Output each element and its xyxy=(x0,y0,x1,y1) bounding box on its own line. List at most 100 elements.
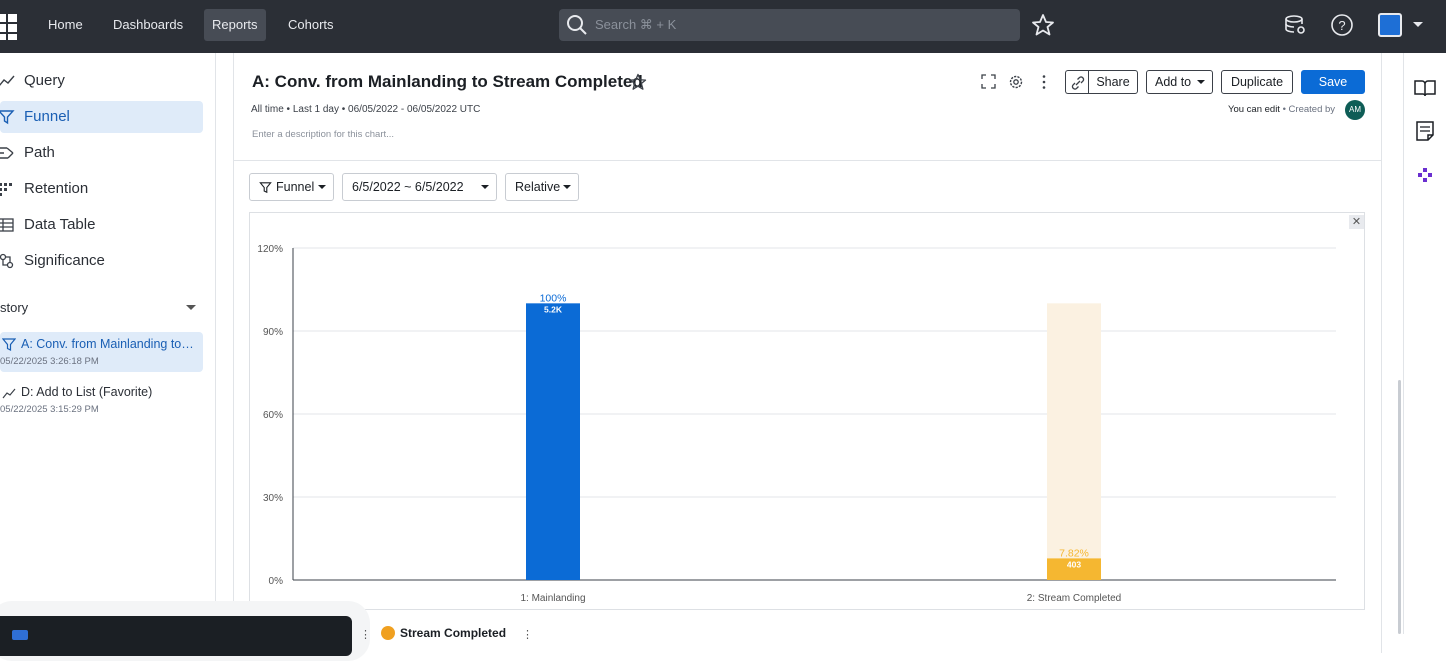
history-item-date: 05/22/2025 3:26:18 PM xyxy=(0,356,99,367)
history-item-date: 05/22/2025 3:15:29 PM xyxy=(0,404,99,415)
query-line-icon xyxy=(2,388,16,399)
taskbar-preview[interactable] xyxy=(0,616,352,656)
nav-dashboards[interactable]: Dashboards xyxy=(105,9,191,41)
edit-permission-text: You can edit xyxy=(1228,104,1280,115)
copy-link-button[interactable] xyxy=(1065,70,1089,94)
sidebar-item-label: Query xyxy=(24,72,65,89)
legend-step-label: Stream Completed xyxy=(400,626,507,640)
search-placeholder: Search ⌘ + K xyxy=(595,17,677,32)
created-by-text: • Created by xyxy=(1282,104,1336,115)
x-tick-label: 1: Mainlanding xyxy=(520,593,585,604)
y-tick-label: 120% xyxy=(257,244,283,255)
ai-assistant-icon[interactable] xyxy=(1417,167,1433,183)
sidebar-item-label: Data Table xyxy=(24,216,96,233)
funnel-icon xyxy=(0,110,15,125)
history-item[interactable]: D: Add to List (Favorite) 05/22/2025 3:1… xyxy=(0,380,203,420)
sidebar-item-label: Retention xyxy=(24,180,89,197)
fullscreen-icon[interactable] xyxy=(981,74,996,89)
top-navigation-bar: Home Dashboards Reports Cohorts Search ⌘… xyxy=(0,0,1446,53)
y-tick-label: 30% xyxy=(263,493,283,504)
app-logo-icon[interactable] xyxy=(0,14,19,40)
sidebar-item-label: Funnel xyxy=(24,108,70,125)
svg-text:?: ? xyxy=(1338,18,1345,33)
path-icon xyxy=(0,147,14,159)
sidebar-item-label: Path xyxy=(24,144,55,161)
query-line-icon xyxy=(0,75,15,86)
sidebar-item-query[interactable]: Query xyxy=(0,65,203,97)
sidebar-item-retention[interactable]: Retention xyxy=(0,173,203,205)
history-item[interactable]: A: Conv. from Mainlanding to Stream Comp… xyxy=(0,332,203,372)
drag-handle-icon[interactable]: ⋮ xyxy=(360,628,371,641)
book-icon[interactable] xyxy=(1414,78,1436,98)
bar-percent-label: 7.82% xyxy=(1059,547,1089,559)
date-range-picker[interactable]: 6/5/2022 ~ 6/5/2022 xyxy=(342,173,497,201)
search-icon xyxy=(567,15,587,35)
y-tick-label: 0% xyxy=(269,576,284,587)
add-to-button[interactable]: Add to xyxy=(1146,70,1213,94)
legend-step-dot xyxy=(381,626,395,640)
sidebar-item-funnel[interactable]: Funnel xyxy=(0,101,203,133)
favorites-star-icon[interactable] xyxy=(1031,13,1055,37)
nav-cohorts[interactable]: Cohorts xyxy=(280,9,342,41)
close-icon[interactable]: ✕ xyxy=(1349,215,1364,229)
add-to-label: Add to xyxy=(1155,75,1192,89)
history-item-title: D: Add to List (Favorite) xyxy=(21,385,153,399)
duplicate-button[interactable]: Duplicate xyxy=(1221,70,1293,94)
save-button[interactable]: Save xyxy=(1301,70,1365,94)
table-icon xyxy=(0,218,14,232)
nav-reports[interactable]: Reports xyxy=(204,9,266,41)
description-input[interactable]: Enter a description for this chart... xyxy=(252,129,394,140)
chart-type-dropdown[interactable]: Funnel xyxy=(249,173,334,201)
favorite-star-icon[interactable] xyxy=(629,73,647,91)
chevron-down-icon[interactable] xyxy=(1413,22,1423,27)
sidebar-item-label: Significance xyxy=(24,252,105,269)
y-tick-label: 60% xyxy=(263,410,283,421)
chart-type-label: Funnel xyxy=(276,180,315,194)
app-thumbnail-icon xyxy=(12,630,28,640)
link-icon xyxy=(1071,76,1085,90)
significance-icon xyxy=(0,253,14,269)
more-options-icon[interactable]: ⋮ xyxy=(522,628,533,641)
nav-home[interactable]: Home xyxy=(40,9,91,41)
bar-count-label: 403 xyxy=(1067,559,1081,569)
sidebar-item-significance[interactable]: Significance xyxy=(0,245,203,277)
data-settings-icon[interactable] xyxy=(1283,13,1307,37)
y-tick-label: 90% xyxy=(263,327,283,338)
share-button[interactable]: Share xyxy=(1088,70,1138,94)
page-title[interactable]: A: Conv. from Mainlanding to Stream Comp… xyxy=(252,72,643,92)
more-options-icon[interactable] xyxy=(1038,74,1050,90)
permission-note: You can edit • Created by xyxy=(1228,104,1335,115)
chevron-down-icon xyxy=(318,185,326,189)
right-rail xyxy=(1403,53,1446,634)
settings-gear-icon[interactable] xyxy=(1008,74,1024,90)
relative-mode-dropdown[interactable]: Relative xyxy=(505,173,579,201)
funnel-bar xyxy=(526,303,580,580)
dropoff-bar xyxy=(1047,303,1101,559)
chart-container: 0% 30% 60% 90% 120% 100% 5.2K 1: Mainlanding 7.8… xyxy=(249,212,1365,610)
main-scrollbar[interactable] xyxy=(1398,380,1401,634)
funnel-chart: 0% 30% 60% 90% 120% 100%5.2K 1: Mainlanding 7.8… xyxy=(257,244,1336,604)
date-range-label: 6/5/2022 ~ 6/5/2022 xyxy=(352,180,464,194)
mode-label: Relative xyxy=(515,180,561,194)
help-icon[interactable]: ? xyxy=(1330,13,1354,37)
funnel-icon xyxy=(2,338,16,351)
funnel-icon xyxy=(259,182,272,194)
history-collapse-icon[interactable] xyxy=(186,305,196,310)
notes-icon[interactable] xyxy=(1416,121,1434,141)
search-input[interactable]: Search ⌘ + K xyxy=(559,9,1020,41)
report-type-sidebar: Query Funnel Path Retention Data Table S… xyxy=(0,53,216,634)
history-section-title: story xyxy=(0,300,29,315)
chevron-down-icon xyxy=(1197,80,1205,84)
chevron-down-icon xyxy=(563,185,571,189)
date-range-summary: All time • Last 1 day • 06/05/2022 - 06/… xyxy=(251,104,481,115)
bar-percent-label: 100% xyxy=(540,292,567,304)
sidebar-item-data-table[interactable]: Data Table xyxy=(0,209,203,241)
bar-count-label: 5.2K xyxy=(544,304,563,314)
retention-grid-icon xyxy=(0,183,12,196)
history-item-title: A: Conv. from Mainlanding to Stream Comp… xyxy=(21,337,197,351)
x-tick-label: 2: Stream Completed xyxy=(1027,593,1122,604)
chevron-down-icon xyxy=(481,185,489,189)
sidebar-item-path[interactable]: Path xyxy=(0,137,203,169)
avatar[interactable]: AM xyxy=(1345,100,1365,120)
org-switcher-icon[interactable] xyxy=(1378,13,1402,37)
